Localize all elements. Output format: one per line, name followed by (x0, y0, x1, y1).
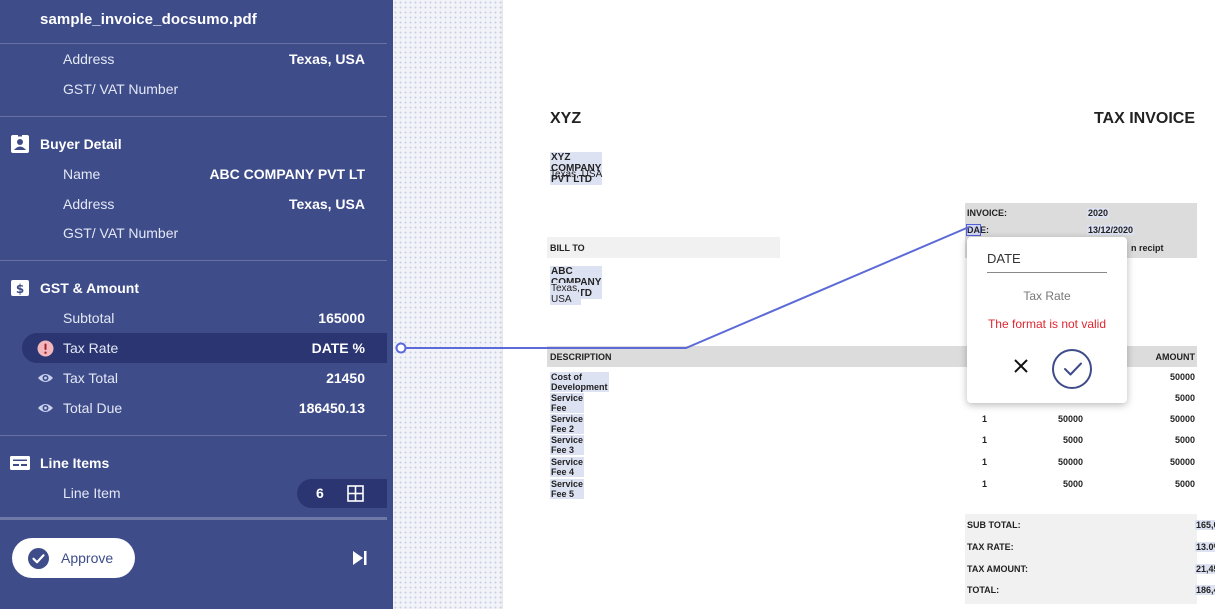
sidebar: sample_invoice_docsumo.pdf Address Texas… (0, 0, 393, 609)
divider (0, 517, 387, 520)
item-amount: 50000 (1169, 414, 1195, 424)
item-amount: 50000 (1169, 372, 1195, 382)
totals-row[interactable]: TAX RATE: 13.0% (503, 542, 1215, 556)
popup-error-message: The format is not valid (987, 317, 1107, 331)
item-qty: 1 (982, 414, 988, 424)
field-value: Texas, USA (289, 196, 365, 212)
field-row-buyer-address[interactable]: Address Texas, USA (0, 189, 387, 219)
col-description: DESCRIPTION (550, 352, 612, 362)
close-icon[interactable] (1013, 358, 1029, 374)
grid-icon (347, 485, 364, 502)
section-header-gst[interactable]: $ GST & Amount (0, 273, 387, 303)
contact-card-icon (10, 134, 30, 154)
invoice-number-label: INVOICE: (967, 208, 1008, 218)
item-amount: 5000 (1174, 435, 1195, 445)
table-row[interactable]: Service Fee 5 1 5000 5000 (503, 479, 1215, 499)
item-price: 5000 (1062, 479, 1083, 489)
svg-text:$: $ (16, 282, 24, 296)
field-label: Address (63, 196, 115, 212)
divider (0, 116, 387, 117)
approve-button[interactable]: Approve (12, 538, 135, 578)
check-circle-icon (28, 548, 49, 569)
field-row-tax-rate[interactable]: Tax Rate DATE % (22, 333, 387, 363)
line-items-icon (10, 453, 30, 473)
invoice-company-short: XYZ (550, 110, 582, 127)
table-row[interactable]: Service Fee 2 1 50000 50000 (503, 414, 1215, 434)
field-row-tax-total[interactable]: Tax Total 21450 (0, 363, 387, 393)
popup-field-name: Tax Rate (1023, 289, 1071, 303)
field-value: Texas, USA (289, 51, 365, 67)
field-row-total-due[interactable]: Total Due 186450.13 (0, 393, 387, 423)
popup-value-input[interactable]: DATE (987, 251, 1021, 266)
section-title: Buyer Detail (40, 136, 122, 152)
field-label: Line Item (63, 485, 121, 501)
section-title: GST & Amount (40, 280, 140, 296)
check-icon (1064, 362, 1082, 376)
section-title: Line Items (40, 455, 110, 471)
field-label: Subtotal (63, 310, 115, 326)
invoice-date-label[interactable]: DAE: (966, 224, 989, 236)
dollar-icon: $ (10, 278, 30, 298)
total-label: TOTAL: (967, 585, 1000, 595)
field-value: DATE % (311, 340, 365, 356)
field-value: 186450.13 (298, 400, 365, 416)
field-value: 165000 (318, 310, 365, 326)
field-row-subtotal[interactable]: Subtotal 165000 (0, 303, 387, 333)
line-item-table-button[interactable]: 6 (297, 479, 387, 508)
divider (0, 435, 387, 436)
item-amount: 5000 (1174, 393, 1195, 403)
field-row-seller-gst[interactable]: GST/ VAT Number (0, 74, 387, 104)
field-label: Total Due (63, 400, 123, 416)
skip-next-icon[interactable] (350, 548, 370, 568)
field-label: Tax Rate (63, 340, 119, 356)
field-label: Address (63, 51, 115, 67)
invoice-due-text: n recipt (1131, 243, 1164, 253)
field-label: GST/ VAT Number (63, 225, 179, 241)
item-qty: 1 (982, 457, 988, 467)
file-title: sample_invoice_docsumo.pdf (40, 11, 257, 28)
field-value: ABC COMPANY PVT LT (209, 166, 365, 182)
field-row-buyer-gst[interactable]: GST/ VAT Number (0, 218, 387, 248)
table-row[interactable]: Service Fee 4 1 50000 50000 (503, 457, 1215, 477)
confirm-check-button[interactable] (1052, 349, 1092, 389)
divider (0, 260, 387, 261)
item-price: 50000 (1057, 414, 1083, 424)
field-label: Tax Total (63, 370, 118, 386)
field-row-seller-address[interactable]: Address Texas, USA (0, 44, 387, 74)
field-value: 21450 (326, 370, 365, 386)
field-label: GST/ VAT Number (63, 81, 179, 97)
item-qty: 1 (982, 435, 988, 445)
total-label: TAX AMOUNT: (967, 564, 1028, 574)
edit-value-popup: DATE Tax Rate The format is not valid (967, 237, 1127, 403)
item-amount: 50000 (1169, 457, 1195, 467)
item-qty: 1 (982, 479, 988, 489)
total-label: TAX RATE: (967, 542, 1014, 552)
field-row-buyer-name[interactable]: Name ABC COMPANY PVT LT (0, 159, 387, 189)
item-amount: 5000 (1174, 479, 1195, 489)
invoice-title: TAX INVOICE (1093, 110, 1195, 127)
bill-to-label: BILL TO (550, 243, 585, 253)
eye-icon[interactable] (37, 370, 54, 386)
field-label: Name (63, 166, 101, 182)
section-header-buyer[interactable]: Buyer Detail (0, 129, 387, 159)
line-item-count: 6 (316, 485, 324, 501)
item-price: 5000 (1062, 435, 1083, 445)
eye-icon[interactable] (37, 400, 54, 416)
totals-row[interactable]: SUB TOTAL: 165,000.00 (503, 520, 1215, 534)
totals-row[interactable]: TOTAL: 186,450.13 (503, 585, 1215, 599)
section-header-line-items[interactable]: Line Items (0, 448, 387, 478)
popup-input-underline (987, 272, 1107, 273)
totals-row[interactable]: TAX AMOUNT: 21,450.00 (503, 564, 1215, 578)
item-price: 50000 (1057, 457, 1083, 467)
total-label: SUB TOTAL: (967, 520, 1021, 530)
col-amount: AMOUNT (1155, 352, 1196, 362)
invoice-company-address: Texas, USA (550, 169, 603, 180)
table-row[interactable]: Service Fee 3 1 5000 5000 (503, 435, 1215, 455)
approve-label: Approve (61, 550, 114, 566)
error-icon (37, 340, 54, 357)
